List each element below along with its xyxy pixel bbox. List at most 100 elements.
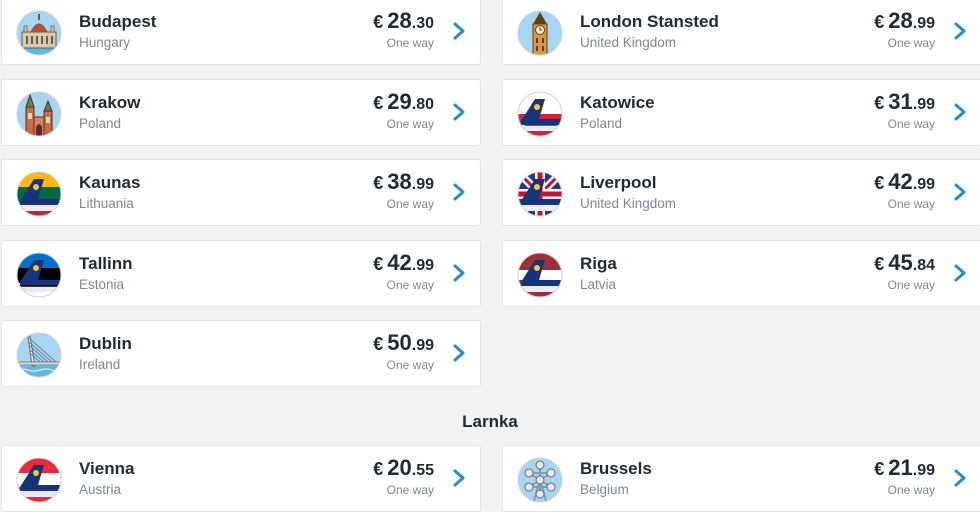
price-decimal: .99 bbox=[411, 337, 434, 354]
destination-city: Tallinn bbox=[79, 254, 133, 273]
chevron-right-icon[interactable] bbox=[953, 21, 967, 41]
parliament-icon bbox=[16, 10, 62, 56]
church-icon bbox=[16, 91, 62, 137]
currency-symbol: € bbox=[373, 459, 384, 479]
destination-city: Katowice bbox=[580, 93, 655, 112]
price-integer: 28 bbox=[387, 8, 412, 33]
price-decimal: .99 bbox=[912, 462, 935, 479]
fare-type-label: One way bbox=[887, 278, 935, 292]
destination-card-riga[interactable]: Riga Latvia €45.84 One way bbox=[502, 240, 980, 307]
fare-type-label: One way bbox=[386, 483, 434, 497]
destination-city: Liverpool bbox=[580, 173, 657, 192]
fare-type-label: One way bbox=[386, 36, 434, 50]
currency-symbol: € bbox=[874, 459, 885, 479]
ryanair-tail-latvia-icon bbox=[517, 252, 563, 298]
destination-country: Ireland bbox=[79, 357, 121, 372]
price-integer: 38 bbox=[387, 169, 412, 194]
destination-country: United Kingdom bbox=[580, 35, 677, 50]
fare-price: €29.80 bbox=[373, 89, 434, 115]
ryanair-tail-lithuania-icon bbox=[16, 171, 62, 217]
fare-price: €42.99 bbox=[373, 250, 434, 276]
chevron-right-icon[interactable] bbox=[953, 102, 967, 122]
currency-symbol: € bbox=[373, 334, 384, 354]
destination-card-katowice[interactable]: Katowice Poland €31.99 One way bbox=[502, 79, 980, 146]
fare-type-label: One way bbox=[386, 117, 434, 131]
destination-city: Krakow bbox=[79, 93, 141, 112]
currency-symbol: € bbox=[373, 93, 384, 113]
chevron-right-icon[interactable] bbox=[452, 263, 466, 283]
chevron-right-icon[interactable] bbox=[452, 102, 466, 122]
fare-price: €50.99 bbox=[373, 330, 434, 356]
ryanair-tail-estonia-icon bbox=[16, 252, 62, 298]
chevron-right-icon[interactable] bbox=[452, 343, 466, 363]
destination-city: Budapest bbox=[79, 12, 157, 31]
price-decimal: .80 bbox=[411, 96, 434, 113]
ryanair-tail-uk-icon bbox=[517, 171, 563, 217]
destination-country: Poland bbox=[580, 116, 623, 131]
chevron-right-icon[interactable] bbox=[452, 182, 466, 202]
fare-price: €20.55 bbox=[373, 455, 434, 481]
destination-country: Hungary bbox=[79, 35, 131, 50]
section-heading: Larnka bbox=[462, 412, 518, 431]
destination-country: Lithuania bbox=[79, 196, 134, 211]
currency-symbol: € bbox=[874, 93, 885, 113]
destination-city: Dublin bbox=[79, 334, 132, 353]
destination-card-krakow[interactable]: Krakow Poland €29.80 One way bbox=[1, 79, 481, 146]
price-integer: 28 bbox=[888, 8, 913, 33]
currency-symbol: € bbox=[874, 12, 885, 32]
price-integer: 20 bbox=[387, 455, 412, 480]
fare-type-label: One way bbox=[887, 197, 935, 211]
destination-country: United Kingdom bbox=[580, 196, 677, 211]
chevron-right-icon[interactable] bbox=[953, 182, 967, 202]
fare-type-label: One way bbox=[386, 197, 434, 211]
price-integer: 42 bbox=[387, 250, 412, 275]
chevron-right-icon[interactable] bbox=[452, 468, 466, 488]
price-integer: 21 bbox=[888, 455, 913, 480]
chevron-right-icon[interactable] bbox=[953, 263, 967, 283]
destination-country: Austria bbox=[79, 482, 122, 497]
atomium-icon bbox=[517, 457, 563, 503]
price-integer: 50 bbox=[387, 330, 412, 355]
destination-card-tallinn[interactable]: Tallinn Estonia €42.99 One way bbox=[1, 240, 481, 307]
destination-city: Riga bbox=[580, 254, 617, 273]
price-decimal: .55 bbox=[411, 462, 434, 479]
fare-price: €38.99 bbox=[373, 169, 434, 195]
destination-city: Brussels bbox=[580, 459, 652, 478]
price-decimal: .30 bbox=[411, 15, 434, 32]
destination-card-brussels[interactable]: Brussels Belgium €21.99 One way bbox=[502, 445, 980, 512]
destination-country: Poland bbox=[79, 116, 122, 131]
price-decimal: .99 bbox=[912, 176, 935, 193]
fare-price: €31.99 bbox=[874, 89, 935, 115]
fare-price: €45.84 bbox=[874, 250, 935, 276]
currency-symbol: € bbox=[373, 12, 384, 32]
destination-card-kaunas[interactable]: Kaunas Lithuania €38.99 One way bbox=[1, 159, 481, 226]
price-integer: 29 bbox=[387, 89, 412, 114]
destination-card-liverpool[interactable]: Liverpool United Kingdom €42.99 One way bbox=[502, 159, 980, 226]
fare-type-label: One way bbox=[887, 36, 935, 50]
destination-card-london-stansted[interactable]: London Stansted United Kingdom €28.99 On… bbox=[502, 0, 980, 65]
fare-type-label: One way bbox=[887, 117, 935, 131]
destination-card-budapest[interactable]: Budapest Hungary €28.30 One way bbox=[1, 0, 481, 65]
price-integer: 31 bbox=[888, 89, 913, 114]
fare-price: €42.99 bbox=[874, 169, 935, 195]
currency-symbol: € bbox=[874, 173, 885, 193]
destination-country: Latvia bbox=[580, 277, 617, 292]
fare-type-label: One way bbox=[386, 278, 434, 292]
price-integer: 45 bbox=[888, 250, 913, 275]
fare-price: €28.30 bbox=[373, 8, 434, 34]
destination-country: Belgium bbox=[580, 482, 629, 497]
chevron-right-icon[interactable] bbox=[452, 21, 466, 41]
price-decimal: .99 bbox=[411, 176, 434, 193]
destination-card-vienna[interactable]: Vienna Austria €20.55 One way bbox=[1, 445, 481, 512]
big-ben-icon bbox=[517, 10, 563, 56]
chevron-right-icon[interactable] bbox=[953, 468, 967, 488]
price-decimal: .99 bbox=[912, 96, 935, 113]
currency-symbol: € bbox=[373, 254, 384, 274]
destination-card-dublin[interactable]: Dublin Ireland €50.99 One way bbox=[1, 320, 481, 387]
ryanair-tail-poland-icon bbox=[517, 91, 563, 137]
price-decimal: .99 bbox=[912, 15, 935, 32]
destination-city: Vienna bbox=[79, 459, 135, 478]
bridge-icon bbox=[16, 332, 62, 378]
fare-price: €28.99 bbox=[874, 8, 935, 34]
price-decimal: .99 bbox=[411, 257, 434, 274]
